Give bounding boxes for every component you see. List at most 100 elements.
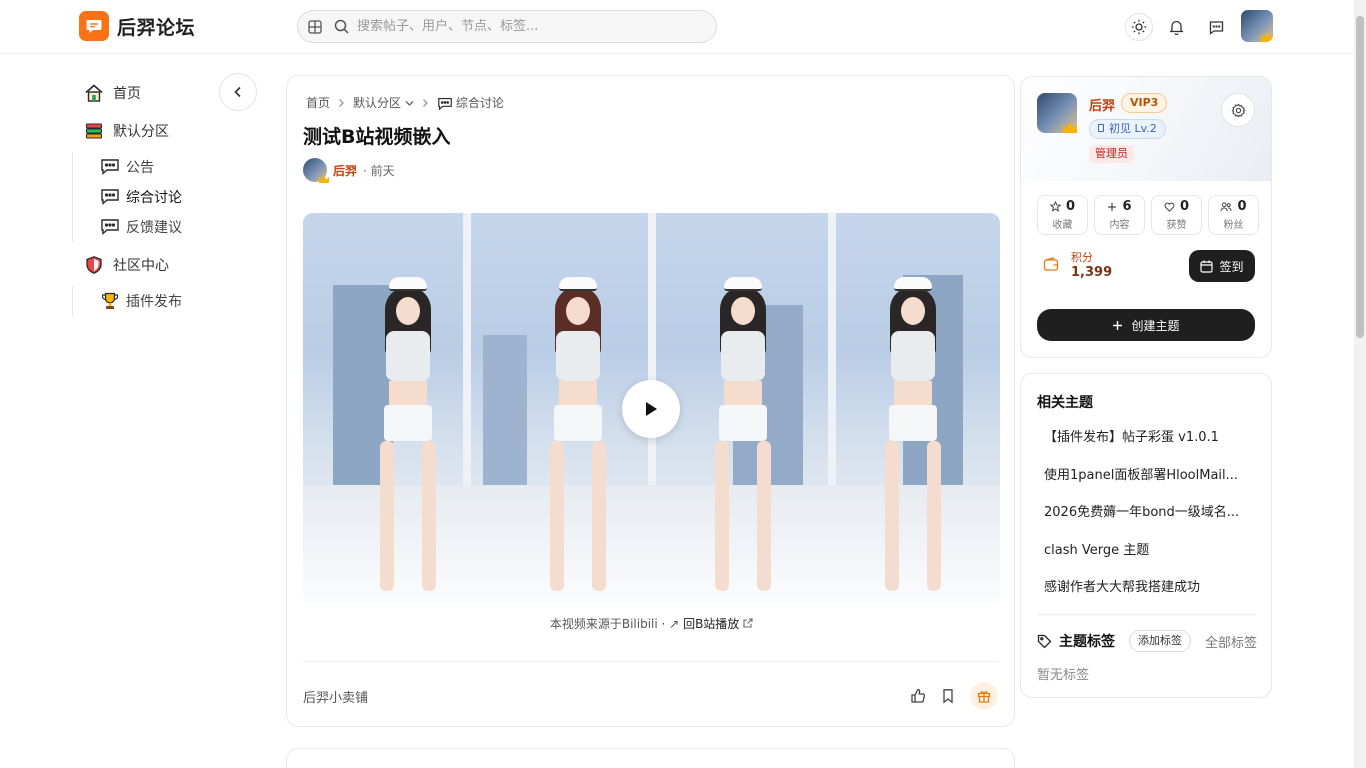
gift-button[interactable]: [970, 682, 998, 710]
theme-toggle-button[interactable]: [1125, 13, 1153, 41]
home-icon: [85, 84, 103, 102]
sidebar-collapse-button[interactable]: [219, 73, 257, 111]
sidebar-item-feedback[interactable]: 反馈建议: [100, 212, 262, 242]
grid-icon[interactable]: [308, 19, 322, 34]
plus-icon: [1108, 202, 1117, 211]
sidebar-nav: 首页 默认分区 公告 综合讨论 反馈建议 社区中心 插件发布: [72, 74, 262, 320]
stat-label: 内容: [1109, 220, 1130, 231]
points-display: 积分 1,399: [1043, 249, 1112, 280]
author-name[interactable]: 后羿: [333, 162, 357, 179]
post-actions: [910, 682, 998, 710]
sidebar-item-general-discussion[interactable]: 综合讨论: [100, 182, 262, 212]
notifications-button[interactable]: [1162, 13, 1190, 41]
related-topic-link[interactable]: 感谢作者大大帮我搭建成功: [1044, 576, 1254, 614]
messages-button[interactable]: [1202, 13, 1230, 41]
stat-favorites[interactable]: 0 收藏: [1037, 195, 1088, 235]
vip-badge: VIP3: [1121, 93, 1168, 113]
sidebar-item-community-center[interactable]: 社区中心: [72, 246, 262, 284]
breadcrumb-node[interactable]: 综合讨论: [437, 94, 504, 111]
users-icon: [1220, 201, 1232, 211]
sun-icon: [1131, 19, 1147, 35]
speech-bubble-icon: [101, 189, 119, 206]
play-icon: [646, 402, 657, 416]
page-scrollbar[interactable]: [1354, 0, 1366, 768]
search-icon: [334, 19, 349, 34]
search-input[interactable]: [357, 19, 677, 34]
video-scene-dancer: [543, 277, 613, 591]
bookmark-button[interactable]: [940, 688, 956, 704]
comment-card: [286, 748, 1015, 768]
user-profile-card: 后羿 VIP3 初见 Lv.2 管理员 0 收藏 6 内容 0 获赞 0 粉丝 …: [1020, 76, 1272, 358]
level-badge: 初见 Lv.2: [1089, 119, 1166, 139]
stat-content[interactable]: 6 内容: [1094, 195, 1145, 235]
sidebar-item-announcements[interactable]: 公告: [100, 152, 262, 182]
shop-label[interactable]: 后羿小卖铺: [303, 687, 368, 706]
tag-icon: [1037, 634, 1052, 648]
video-source-line: 本视频来源于Bilibili · ↗ 回B站播放: [287, 615, 1016, 632]
stat-label: 获赞: [1166, 220, 1187, 231]
breadcrumb-section-label: 默认分区: [353, 96, 402, 110]
like-button[interactable]: [910, 688, 926, 704]
tags-title: 主题标签: [1059, 634, 1115, 650]
stat-likes[interactable]: 0 获赞: [1151, 195, 1202, 235]
site-logo[interactable]: 后羿论坛: [79, 11, 195, 41]
related-topic-link[interactable]: 【插件发布】帖子彩蛋 v1.0.1: [1044, 426, 1254, 464]
speech-bubble-icon: [101, 219, 119, 236]
wallet-icon: [1043, 257, 1059, 271]
calendar-icon: [1200, 260, 1214, 273]
stat-label: 收藏: [1052, 220, 1073, 231]
post-title: 测试B站视频嵌入: [303, 126, 451, 148]
scrollbar-thumb[interactable]: [1356, 16, 1364, 338]
plus-icon: [1113, 320, 1123, 330]
video-source-text: 本视频来源于Bilibili ·: [549, 617, 666, 631]
all-tags-link[interactable]: 全部标签: [1205, 632, 1257, 651]
search-bar[interactable]: [297, 10, 717, 43]
play-button[interactable]: [622, 380, 680, 438]
top-header: 后羿论坛: [0, 0, 1354, 54]
speech-bubble-icon: [437, 97, 453, 111]
breadcrumb-home[interactable]: 首页: [306, 94, 330, 111]
create-topic-label: 创建主题: [1131, 318, 1180, 333]
profile-stats: 0 收藏 6 内容 0 获赞 0 粉丝: [1037, 195, 1259, 235]
heart-icon: [1164, 202, 1175, 212]
related-topic-link[interactable]: 使用1panel面板部署HloolMail...: [1044, 464, 1254, 502]
divider: [303, 661, 998, 662]
no-tags-text: 暂无标签: [1037, 668, 1090, 683]
profile-name[interactable]: 后羿: [1089, 95, 1115, 114]
stat-value: 0: [1065, 199, 1076, 214]
books-icon: [85, 123, 103, 139]
sidebar-item-label: 反馈建议: [126, 220, 182, 236]
video-scene-dancer: [708, 277, 778, 591]
video-player[interactable]: [303, 213, 1000, 605]
related-topic-link[interactable]: 2026免费薅一年bond一级域名...: [1044, 501, 1254, 539]
sidebar-item-plugin-release[interactable]: 插件发布: [100, 286, 262, 316]
sidebar-item-default-section[interactable]: 默认分区: [72, 112, 262, 150]
breadcrumb-section[interactable]: 默认分区: [353, 94, 414, 111]
related-topic-link[interactable]: clash Verge 主题: [1044, 539, 1254, 577]
author-avatar[interactable]: [303, 158, 329, 183]
create-topic-button[interactable]: 创建主题: [1037, 309, 1255, 341]
add-tag-button[interactable]: 添加标签: [1129, 630, 1191, 652]
video-scene-dancer: [878, 277, 948, 591]
checkin-label: 签到: [1219, 259, 1244, 274]
profile-avatar[interactable]: [1037, 93, 1077, 133]
stat-label: 粉丝: [1223, 220, 1244, 231]
default-section-subnav: 公告 综合讨论 反馈建议: [72, 152, 262, 242]
bookmark-icon: [943, 689, 953, 704]
checkin-button[interactable]: 签到: [1189, 250, 1255, 282]
open-bilibili-label: 回B站播放: [683, 617, 740, 631]
open-bilibili-link[interactable]: 回B站播放: [683, 617, 753, 631]
user-avatar[interactable]: [1241, 10, 1273, 42]
related-list: 【插件发布】帖子彩蛋 v1.0.1 使用1panel面板部署HloolMail.…: [1044, 426, 1254, 614]
speech-bubble-icon: [101, 159, 119, 176]
breadcrumb-node-label: 综合讨论: [455, 96, 504, 110]
post-author-row: 后羿 · 前天: [303, 158, 395, 183]
stat-followers[interactable]: 0 粉丝: [1208, 195, 1259, 235]
profile-settings-button[interactable]: [1221, 93, 1255, 127]
post-time: · 前天: [363, 163, 395, 178]
topic-tags-header: 主题标签 添加标签 全部标签: [1037, 630, 1257, 652]
chevron-left-icon: [234, 86, 241, 98]
breadcrumb: 首页 默认分区 综合讨论: [306, 94, 504, 111]
shield-icon: [86, 256, 102, 274]
sidebar-item-label: 公告: [126, 160, 154, 176]
